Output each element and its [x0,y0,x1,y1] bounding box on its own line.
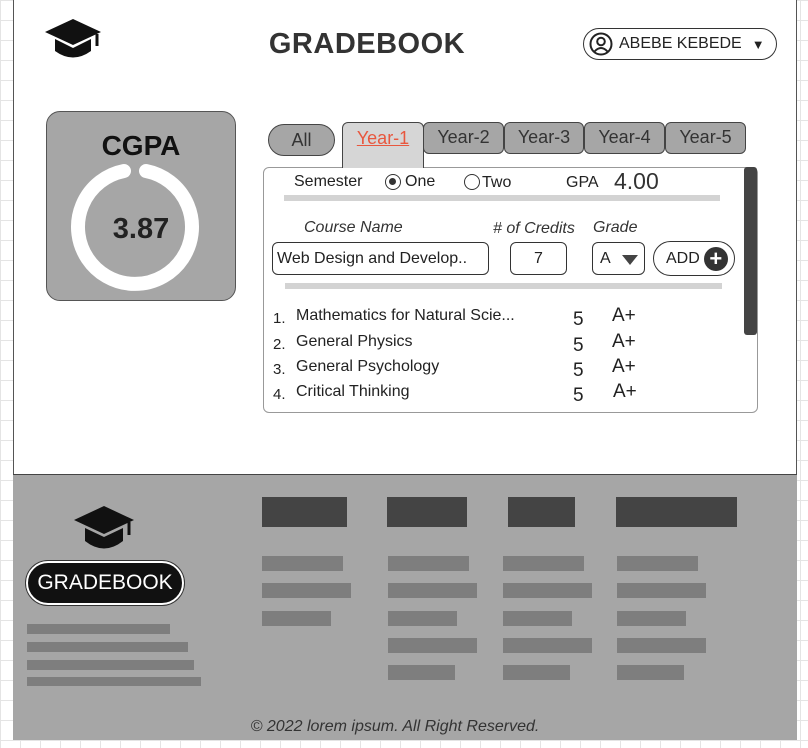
footer-link[interactable] [503,611,572,626]
semester-one-label[interactable]: One [405,173,435,191]
course-credits: 5 [573,360,584,381]
placeholder-line [27,660,194,670]
course-name: General Physics [296,333,413,350]
plus-circle-icon: + [703,246,728,271]
course-name: Critical Thinking [296,383,410,400]
footer-link[interactable] [503,583,592,598]
credits-header: # of Credits [493,220,575,237]
footer-link[interactable] [617,665,684,680]
divider-bottom [285,283,722,289]
panel-scrollbar[interactable] [744,167,757,409]
grade-select-value: A [600,250,611,267]
course-name: General Psychology [296,358,440,375]
grade-header: Grade [593,219,638,236]
footer-link[interactable] [503,638,592,653]
course-credits: 5 [573,309,584,330]
footer-link[interactable] [388,556,469,571]
course-name: Mathematics for Natural Scie... [296,307,515,324]
course-index: 4. [273,386,286,403]
footer-brand-button[interactable]: GRADEBOOK [26,561,184,605]
divider-top [284,195,720,201]
course-index: 2. [273,336,286,353]
credits-input[interactable]: 7 [510,242,567,275]
course-row[interactable]: 1. Mathematics for Natural Scie... 5 A+ [273,305,653,330]
graduation-cap-icon[interactable] [73,504,135,556]
footer-link[interactable] [503,665,570,680]
course-credits: 5 [573,385,584,406]
footer-link[interactable] [617,638,706,653]
footer-link[interactable] [617,583,706,598]
course-row[interactable]: 4. Critical Thinking 5 A+ [273,381,653,406]
footer-link[interactable] [617,556,698,571]
course-name-input[interactable]: Web Design and Develop.. [272,242,489,275]
add-course-button[interactable]: ADD + [653,241,735,276]
semester-two-radio[interactable] [464,174,480,190]
course-grade: A+ [612,331,636,352]
course-grade: A+ [612,356,636,377]
footer-column-heading [508,497,575,527]
tab-year-1[interactable]: Year-1 [342,122,424,168]
user-name: ABEBE KEBEDE [619,35,742,52]
scroll-thumb[interactable] [744,167,757,335]
tab-year-3[interactable]: Year-3 [504,122,584,154]
footer-link[interactable] [262,611,331,626]
semester-one-radio[interactable] [385,174,401,190]
tab-year-5[interactable]: Year-5 [665,122,746,154]
footer-column-heading [616,497,737,527]
course-credits: 5 [573,335,584,356]
placeholder-line [27,624,170,634]
placeholder-line [27,642,188,652]
course-index: 3. [273,361,286,378]
grade-select[interactable]: A [592,242,645,275]
course-row[interactable]: 3. General Psychology 5 A+ [273,356,653,381]
semester-two-label[interactable]: Two [482,174,511,192]
semester-label: Semester [294,173,363,190]
chevron-down-icon [622,255,638,265]
footer-link[interactable] [503,556,584,571]
tab-year-2[interactable]: Year-2 [423,122,504,154]
tab-all[interactable]: All [268,124,335,156]
user-menu-button[interactable]: ABEBE KEBEDE ▼ [583,28,777,60]
course-index: 1. [273,310,286,327]
footer-link[interactable] [388,638,477,653]
footer-link[interactable] [388,665,455,680]
footer-column-heading [262,497,347,527]
footer-link[interactable] [388,583,477,598]
footer-link[interactable] [388,611,457,626]
footer-link[interactable] [262,583,351,598]
placeholder-line [27,677,201,686]
course-grade: A+ [613,381,637,402]
user-circle-icon [589,32,613,56]
course-grade: A+ [612,305,636,326]
cgpa-label: CGPA [101,130,181,161]
caret-down-icon: ▼ [751,36,765,52]
course-name-header: Course Name [304,219,403,236]
gpa-label: GPA [566,174,599,191]
add-label: ADD [666,249,700,267]
cgpa-value: 3.87 [112,213,170,245]
footer-column-heading [387,497,467,527]
copyright-text: © 2022 lorem ipsum. All Right Reserved. [250,718,540,735]
tab-year-4[interactable]: Year-4 [584,122,665,154]
course-row[interactable]: 2. General Physics 5 A+ [273,331,653,356]
footer-link[interactable] [617,611,686,626]
footer-link[interactable] [262,556,343,571]
cgpa-card: CGPA 3.87 [46,111,236,301]
gpa-value: 4.00 [614,168,659,194]
